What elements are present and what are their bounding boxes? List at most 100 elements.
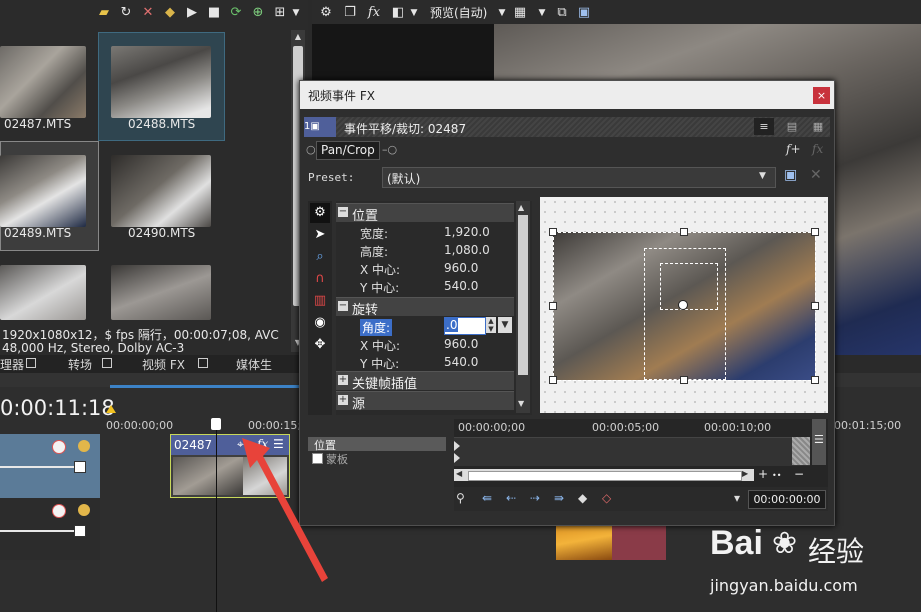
zoom-in-button[interactable]: + <box>758 467 768 481</box>
menu-icon[interactable]: ☰ <box>814 433 824 446</box>
tab-media-generators[interactable]: 媒体生 <box>236 356 272 373</box>
prop-value[interactable]: 1,080.0 <box>444 243 490 257</box>
mute-icon[interactable] <box>52 440 66 454</box>
prop-value[interactable]: 540.0 <box>444 279 478 293</box>
play-icon[interactable]: ▶ <box>184 5 200 21</box>
kf-scrollbar[interactable]: ◀ ▶ <box>454 469 754 481</box>
zoom-icon[interactable]: ⌕ <box>310 247 330 267</box>
crop-handle-tr[interactable] <box>811 228 819 236</box>
save-snapshot-icon[interactable]: ▣ <box>576 5 592 21</box>
tag-icon[interactable]: ◆ <box>162 5 178 21</box>
tab-close-icon[interactable] <box>26 358 36 368</box>
level-slider[interactable] <box>0 466 74 468</box>
fx-icon[interactable]: fx <box>366 5 382 21</box>
scroll-thumb[interactable] <box>518 215 528 375</box>
solo-icon[interactable] <box>78 440 90 452</box>
angle-stepper[interactable]: ▲ ▼ <box>486 317 496 333</box>
solo-icon[interactable] <box>78 504 90 516</box>
remove-fx-icon[interactable]: fx <box>812 142 823 156</box>
settings-icon[interactable]: ⚙ <box>310 203 330 223</box>
prev-keyframe-icon[interactable]: ⇠ <box>506 491 516 505</box>
tab-close-icon[interactable] <box>102 358 112 368</box>
level-slider-handle[interactable] <box>74 525 86 537</box>
tab-explorer[interactable]: 理器 <box>0 356 24 373</box>
keyframe-marker[interactable] <box>454 441 460 451</box>
folder-icon[interactable]: ▰ <box>96 5 112 21</box>
chevron-down-icon[interactable]: ▼ <box>494 5 510 21</box>
zoom-out-button[interactable]: − <box>794 467 804 481</box>
scale-center-icon[interactable]: ◉ <box>310 313 330 333</box>
loop-marker-icon[interactable] <box>106 405 116 413</box>
sync-cursor-icon[interactable]: ⚲ <box>456 491 465 505</box>
split-screen-icon[interactable]: ◧ <box>390 5 406 21</box>
section-rotation[interactable]: − 旋转 <box>336 297 514 318</box>
chevron-down-icon[interactable]: ▼ <box>534 5 550 21</box>
kf-timecode[interactable]: 00:00:00:00 <box>748 490 826 509</box>
scroll-down-icon[interactable]: ▼ <box>518 399 524 408</box>
chevron-down-icon[interactable]: ▼ <box>288 5 304 21</box>
crop-handle-br[interactable] <box>811 376 819 384</box>
pointer-icon[interactable]: ➤ <box>310 225 330 245</box>
remove-icon[interactable]: ✕ <box>140 5 156 21</box>
tab-transitions[interactable]: 转场 <box>68 356 92 373</box>
prop-value[interactable]: 540.0 <box>444 355 478 369</box>
chevron-down-icon[interactable]: ▼ <box>759 171 766 181</box>
expand-icon[interactable]: + <box>338 395 348 405</box>
section-keyframe-interp[interactable]: + 关键帧插值 <box>336 371 514 392</box>
chain-item-icon[interactable]: 1▣ <box>304 117 336 137</box>
dialog-titlebar[interactable]: 视频事件 FX × <box>300 81 834 109</box>
preview-quality-select[interactable]: 预览(自动) <box>430 4 487 21</box>
list-view-button[interactable]: ≡ <box>754 118 774 135</box>
add-fx-icon[interactable]: f+ <box>786 142 801 156</box>
scroll-thumb[interactable] <box>468 471 742 481</box>
prop-value[interactable]: 1,920.0 <box>444 225 490 239</box>
kf-track-bar[interactable] <box>454 437 810 466</box>
prop-value[interactable]: 960.0 <box>444 337 478 351</box>
scroll-left-icon[interactable]: ◀ <box>456 469 462 478</box>
grid-view-button[interactable]: ▤ <box>782 118 802 135</box>
first-keyframe-icon[interactable]: ⇚ <box>482 491 492 505</box>
plugin-pan-crop[interactable]: Pan/Crop <box>316 141 380 160</box>
chevron-down-icon[interactable]: ▼ <box>406 5 422 21</box>
zoom-slider[interactable]: •• <box>772 471 781 480</box>
stop-icon[interactable]: ■ <box>206 5 222 21</box>
snap-magnet-icon[interactable]: ∩ <box>310 269 330 289</box>
preset-dropdown[interactable]: (默认) ▼ <box>382 167 776 188</box>
properties-scrollbar[interactable]: ▲ ▼ <box>516 201 530 413</box>
thumb-02489[interactable] <box>0 155 86 227</box>
scroll-up-icon[interactable]: ▲ <box>518 203 524 212</box>
view-grid-icon[interactable]: ⊞ <box>272 5 288 21</box>
crop-handle-right[interactable] <box>811 302 819 310</box>
close-button[interactable]: × <box>813 87 830 104</box>
delete-preset-icon[interactable]: ✕ <box>810 167 822 183</box>
detail-view-button[interactable]: ▦ <box>808 118 828 135</box>
thumb-row3-b[interactable] <box>111 265 211 320</box>
delete-keyframe-icon[interactable]: ◇ <box>602 491 611 505</box>
angle-input[interactable]: .0 <box>444 317 486 335</box>
crop-handle-bottom[interactable] <box>680 376 688 384</box>
last-keyframe-icon[interactable]: ⇛ <box>554 491 564 505</box>
keyframe-timeline[interactable]: 00:00:00;00 00:00:05;00 00:00:10;00 ◀ ▶ … <box>454 419 828 487</box>
refresh-icon[interactable]: ↻ <box>118 5 134 21</box>
overlay-grid-icon[interactable]: ▦ <box>512 5 528 21</box>
crop-handle-left[interactable] <box>549 302 557 310</box>
crop-center-handle[interactable] <box>678 300 688 310</box>
collapse-icon[interactable]: − <box>338 207 348 217</box>
prop-value[interactable]: 960.0 <box>444 261 478 275</box>
section-position[interactable]: − 位置 <box>336 203 514 224</box>
move-icon[interactable]: ✥ <box>310 335 330 355</box>
add-keyframe-icon[interactable]: ◆ <box>578 491 587 505</box>
audio-clip[interactable] <box>556 520 666 560</box>
section-source[interactable]: + 源 <box>336 391 514 412</box>
gear-icon[interactable]: ⚙ <box>318 5 334 21</box>
crop-handle-tl[interactable] <box>549 228 557 236</box>
level-slider[interactable] <box>0 530 74 532</box>
copy-icon[interactable]: ❐ <box>342 5 358 21</box>
save-preset-icon[interactable]: ▣ <box>784 167 797 183</box>
thumb-02490[interactable] <box>111 155 211 227</box>
tab-close-icon[interactable] <box>198 358 208 368</box>
mute-icon[interactable] <box>52 504 66 518</box>
next-keyframe-icon[interactable]: ⇢ <box>530 491 540 505</box>
loop-region-bar[interactable] <box>110 385 300 388</box>
auto-preview-icon[interactable]: ⟳ <box>228 5 244 21</box>
